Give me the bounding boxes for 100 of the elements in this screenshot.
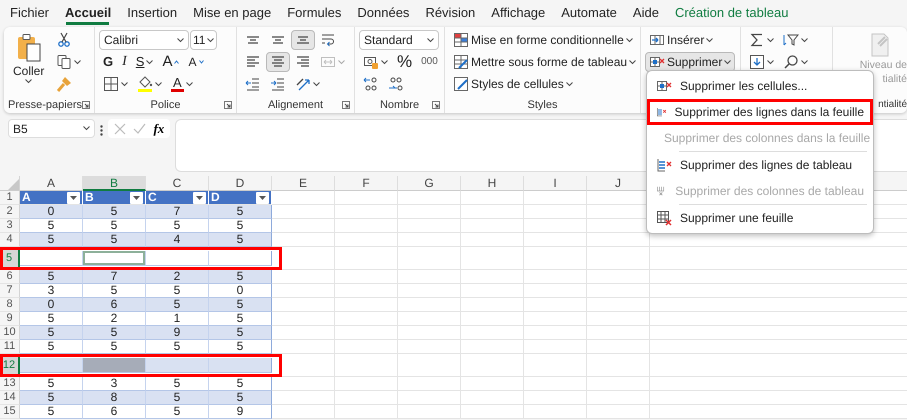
caret-icon bbox=[146, 60, 154, 64]
more-options-icon bbox=[100, 125, 103, 136]
empty-cell bbox=[335, 312, 398, 326]
align-bottom-icon bbox=[295, 36, 311, 44]
menu-item[interactable]: Supprimer des lignes de tableau bbox=[647, 152, 873, 178]
row-header[interactable]: 4 bbox=[0, 233, 20, 247]
insert-cells-button[interactable]: Insérer bbox=[645, 30, 718, 50]
insert-cells-icon bbox=[649, 32, 665, 48]
column-header[interactable]: D bbox=[209, 176, 272, 191]
menu-item[interactable]: Supprimer des lignes dans la feuille bbox=[647, 99, 873, 125]
table-cell: 5 bbox=[209, 312, 272, 326]
filter-dropdown-button[interactable] bbox=[193, 192, 206, 204]
ribbon-tab[interactable]: Formules bbox=[279, 4, 350, 25]
delete-cells-icon bbox=[656, 78, 672, 94]
row-header[interactable]: 1 bbox=[0, 191, 20, 205]
row-header[interactable]: 2 bbox=[0, 205, 20, 219]
column-header[interactable]: B bbox=[83, 176, 146, 191]
thousands-button[interactable]: 000 bbox=[417, 52, 442, 72]
dialog-launcher-button[interactable] bbox=[432, 101, 440, 110]
name-box[interactable]: B5 bbox=[8, 119, 95, 138]
empty-cell bbox=[398, 312, 461, 326]
font-size-dropdown[interactable]: 11 bbox=[190, 30, 217, 50]
italic-button[interactable]: I bbox=[118, 52, 131, 72]
ribbon-tab[interactable]: Création de tableau bbox=[666, 4, 796, 25]
column-header[interactable]: F bbox=[335, 176, 398, 191]
empty-cell bbox=[398, 284, 461, 298]
row-header[interactable]: 14 bbox=[0, 391, 20, 405]
filter-dropdown-button[interactable] bbox=[67, 192, 80, 204]
cond-format-button[interactable]: Mise en forme conditionnelle bbox=[449, 30, 637, 50]
ribbon-tab[interactable]: Automate bbox=[553, 4, 625, 25]
empty-cell bbox=[461, 405, 524, 419]
ribbon-tab[interactable]: Fichier bbox=[2, 4, 58, 25]
launcher-icon bbox=[342, 101, 350, 110]
delete-cells-button[interactable]: Supprimer bbox=[645, 52, 736, 72]
insert-function-button[interactable]: fx bbox=[153, 118, 164, 138]
row-header[interactable]: 6 bbox=[0, 270, 20, 284]
table-cell: 5 bbox=[83, 326, 146, 340]
shrink-button[interactable]: A bbox=[184, 52, 208, 72]
column-header[interactable]: H bbox=[461, 176, 524, 191]
ribbon-tab[interactable]: Affichage bbox=[483, 4, 554, 25]
empty-cell bbox=[461, 284, 524, 298]
percent-button[interactable]: % bbox=[393, 52, 416, 72]
row-header[interactable]: 13 bbox=[0, 377, 20, 391]
menu-item[interactable]: Supprimer les cellules... bbox=[647, 73, 873, 99]
table-cell: 5 bbox=[20, 270, 83, 284]
sensitivity-label: tialité bbox=[882, 72, 907, 86]
column-header[interactable]: E bbox=[272, 176, 335, 191]
accounting-icon bbox=[363, 54, 379, 70]
filter-dropdown-button[interactable] bbox=[256, 192, 269, 204]
row-header[interactable]: 15 bbox=[0, 405, 20, 419]
column-header[interactable]: G bbox=[398, 176, 461, 191]
dialog-launcher-button[interactable] bbox=[82, 101, 90, 110]
column-header[interactable]: A bbox=[20, 176, 83, 191]
table-cell: 9 bbox=[146, 326, 209, 340]
cell-styles-button[interactable]: Styles de cellules bbox=[449, 74, 577, 94]
ribbon-tab[interactable]: Insertion bbox=[119, 4, 186, 25]
table-cell: 5 bbox=[209, 298, 272, 312]
empty-cell bbox=[335, 298, 398, 312]
table-cell: 5 bbox=[20, 233, 83, 247]
align-bottom-button[interactable] bbox=[291, 30, 315, 50]
ribbon-tab[interactable]: Révision bbox=[417, 4, 484, 25]
table-cell: 5 bbox=[146, 284, 209, 298]
grow-button[interactable]: A bbox=[158, 52, 184, 72]
row-header[interactable]: 3 bbox=[0, 219, 20, 233]
align-center-button[interactable] bbox=[266, 52, 290, 72]
paste-button[interactable]: Coller bbox=[8, 30, 50, 97]
table-cell: 6 bbox=[83, 298, 146, 312]
indent-icon bbox=[270, 76, 286, 92]
row-header[interactable]: 8 bbox=[0, 298, 20, 312]
row-header[interactable]: 9 bbox=[0, 312, 20, 326]
ribbon-tab[interactable]: Aide bbox=[624, 4, 667, 25]
number-format-dropdown[interactable]: Standard bbox=[359, 30, 439, 50]
row-header[interactable]: 10 bbox=[0, 326, 20, 340]
table-format-button[interactable]: Mettre sous forme de tableau bbox=[449, 52, 640, 72]
row-header[interactable]: 11 bbox=[0, 340, 20, 354]
filter-dropdown-button[interactable] bbox=[130, 192, 143, 204]
ribbon-tab[interactable]: Mise en page bbox=[185, 4, 280, 25]
font-color-button[interactable]: A bbox=[167, 74, 197, 94]
empty-cell bbox=[335, 191, 398, 205]
empty-cell bbox=[398, 247, 461, 270]
table-cell: 5 bbox=[83, 340, 146, 354]
ribbon-tab[interactable]: Données bbox=[349, 4, 418, 25]
column-header[interactable]: I bbox=[524, 176, 587, 191]
row-header[interactable]: 7 bbox=[0, 284, 20, 298]
empty-cell bbox=[587, 354, 650, 377]
underline-button[interactable]: S bbox=[132, 52, 158, 72]
table-cell: 5 bbox=[20, 405, 83, 419]
check-icon[interactable] bbox=[133, 123, 146, 134]
empty-cell bbox=[335, 405, 398, 419]
menu-item[interactable]: Supprimer une feuille bbox=[647, 205, 873, 231]
column-name: A bbox=[22, 191, 31, 204]
empty-cell bbox=[335, 340, 398, 354]
font-name-dropdown[interactable]: Calibri bbox=[99, 30, 189, 50]
dialog-launcher-button[interactable] bbox=[342, 101, 350, 110]
dialog-launcher-button[interactable] bbox=[224, 101, 232, 110]
column-header[interactable]: C bbox=[146, 176, 209, 191]
bold-button[interactable]: G bbox=[99, 52, 118, 72]
empty-cell bbox=[524, 270, 587, 284]
borders-icon bbox=[103, 76, 119, 92]
empty-cell bbox=[524, 247, 587, 270]
